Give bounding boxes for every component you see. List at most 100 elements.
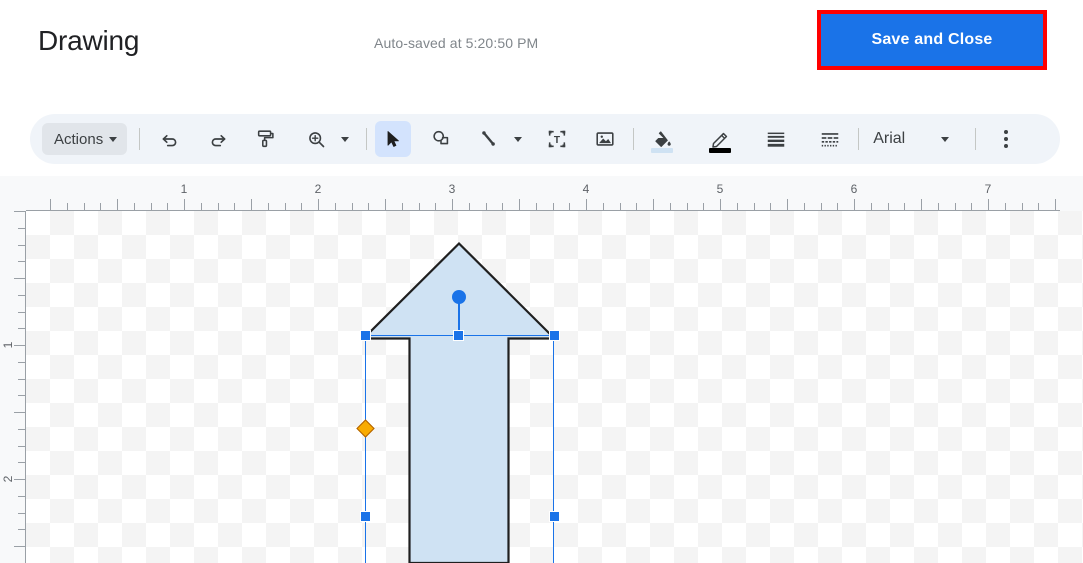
ruler-tick-major bbox=[184, 199, 185, 210]
cursor-arrow-icon bbox=[387, 131, 400, 147]
magnifier-plus-icon bbox=[308, 131, 325, 147]
rotation-handle[interactable] bbox=[452, 290, 466, 304]
image-button[interactable] bbox=[587, 121, 623, 157]
ruler-tick-minor bbox=[18, 529, 25, 530]
ruler-tick-major bbox=[14, 345, 25, 346]
ruler-tick-minor bbox=[1022, 203, 1023, 210]
ruler-tick-major bbox=[519, 199, 520, 210]
undo-button[interactable] bbox=[152, 121, 188, 157]
ruler-tick-minor bbox=[285, 203, 286, 210]
editor-header: Drawing Auto-saved at 5:20:50 PM Save an… bbox=[0, 0, 1083, 82]
drawing-editor: Drawing Auto-saved at 5:20:50 PM Save an… bbox=[0, 0, 1083, 563]
resize-handle-middle-right[interactable] bbox=[549, 511, 560, 522]
kebab-menu-icon bbox=[1004, 144, 1009, 148]
ruler-tick-minor bbox=[18, 328, 25, 329]
border-color-button[interactable] bbox=[702, 121, 738, 157]
ruler-tick-minor bbox=[18, 228, 25, 229]
chevron-down-icon bbox=[341, 136, 350, 142]
ruler-tick-minor bbox=[84, 203, 85, 210]
shapes-icon bbox=[433, 130, 449, 145]
pencil-icon bbox=[711, 132, 727, 148]
vertical-ruler[interactable]: 12 bbox=[0, 176, 26, 563]
more-options-button[interactable] bbox=[988, 121, 1024, 157]
ruler-tick-minor bbox=[18, 429, 25, 430]
actions-menu-label: Actions bbox=[54, 130, 104, 148]
border-weight-button[interactable] bbox=[758, 121, 794, 157]
border-dash-button[interactable] bbox=[812, 121, 848, 157]
toolbar-divider bbox=[366, 128, 368, 150]
ruler-tick-minor bbox=[167, 203, 168, 210]
text-box-icon: T bbox=[548, 130, 566, 148]
resize-handle-top-center[interactable] bbox=[453, 330, 464, 341]
paint-roller-icon bbox=[258, 130, 274, 148]
page-title: Drawing bbox=[38, 25, 140, 56]
horizontal-ruler[interactable]: 1 2 3 4 5 6 7 bbox=[0, 176, 1083, 211]
ruler-tick-minor bbox=[536, 203, 537, 210]
drawing-canvas[interactable] bbox=[26, 211, 1083, 563]
ruler-tick-minor bbox=[754, 203, 755, 210]
ruler-tick-minor bbox=[636, 203, 637, 210]
fill-color-button[interactable] bbox=[644, 121, 680, 157]
line-icon bbox=[482, 131, 496, 146]
ruler-tick-major bbox=[318, 199, 319, 210]
ruler-tick-minor bbox=[804, 203, 805, 210]
ruler-tick-major bbox=[787, 199, 788, 210]
undo-icon bbox=[162, 134, 177, 147]
resize-handle-top-right[interactable] bbox=[549, 330, 560, 341]
select-tool-button[interactable] bbox=[375, 121, 412, 157]
ruler-tick-minor bbox=[18, 261, 25, 262]
font-dropdown-button[interactable] bbox=[911, 136, 975, 142]
ruler-tick-minor bbox=[435, 203, 436, 210]
drawing-toolbar: Actions T Arial bbox=[30, 114, 1060, 164]
toolbar-divider bbox=[139, 128, 141, 150]
paint-bucket-icon bbox=[655, 130, 671, 147]
font-select[interactable]: Arial bbox=[859, 130, 975, 148]
ruler-tick-minor bbox=[368, 203, 369, 210]
ruler-number: 1 bbox=[1, 341, 15, 349]
zoom-dropdown-button[interactable] bbox=[334, 121, 356, 157]
ruler-tick-major bbox=[988, 199, 989, 210]
ruler-tick-minor bbox=[502, 203, 503, 210]
ruler-tick-minor bbox=[67, 203, 68, 210]
ruler-number: 3 bbox=[448, 182, 456, 196]
selection-bounding-box bbox=[365, 335, 554, 563]
line-dropdown-button[interactable] bbox=[507, 121, 529, 157]
ruler-tick-minor bbox=[301, 203, 302, 210]
ruler-number: 7 bbox=[984, 182, 992, 196]
image-icon bbox=[596, 132, 614, 146]
save-and-close-highlight: Save and Close bbox=[817, 10, 1047, 70]
ruler-tick-major bbox=[14, 278, 25, 279]
ruler-tick-minor bbox=[1005, 203, 1006, 210]
ruler-tick-major bbox=[586, 199, 587, 210]
ruler-tick-minor bbox=[335, 203, 336, 210]
toolbar-divider bbox=[975, 128, 977, 150]
redo-button[interactable] bbox=[200, 121, 236, 157]
paint-format-button[interactable] bbox=[248, 121, 284, 157]
ruler-tick-minor bbox=[268, 203, 269, 210]
ruler-tick-minor bbox=[18, 312, 25, 313]
ruler-tick-minor bbox=[18, 245, 25, 246]
ruler-tick-minor bbox=[938, 203, 939, 210]
actions-menu-button[interactable]: Actions bbox=[42, 123, 128, 155]
save-and-close-button[interactable]: Save and Close bbox=[821, 14, 1043, 66]
resize-handle-top-left[interactable] bbox=[360, 330, 371, 341]
resize-handle-middle-left[interactable] bbox=[360, 511, 371, 522]
ruler-tick-minor bbox=[18, 513, 25, 514]
border-color-swatch bbox=[709, 148, 732, 153]
border-dash-icon bbox=[821, 133, 839, 147]
ruler-tick-minor bbox=[469, 203, 470, 210]
line-tool-button[interactable] bbox=[471, 121, 507, 157]
kebab-menu-icon bbox=[1004, 130, 1009, 134]
border-weight-icon bbox=[767, 132, 785, 147]
shape-tool-button[interactable] bbox=[423, 121, 459, 157]
ruler-tick-minor bbox=[18, 462, 25, 463]
ruler-tick-major bbox=[921, 199, 922, 210]
ruler-tick-minor bbox=[486, 203, 487, 210]
zoom-button[interactable] bbox=[298, 121, 334, 157]
ruler-number: 1 bbox=[180, 182, 188, 196]
ruler-tick-minor bbox=[419, 203, 420, 210]
ruler-tick-major bbox=[854, 199, 855, 210]
ruler-tick-major bbox=[50, 199, 51, 210]
ruler-tick-minor bbox=[553, 203, 554, 210]
text-box-button[interactable]: T bbox=[539, 121, 575, 157]
